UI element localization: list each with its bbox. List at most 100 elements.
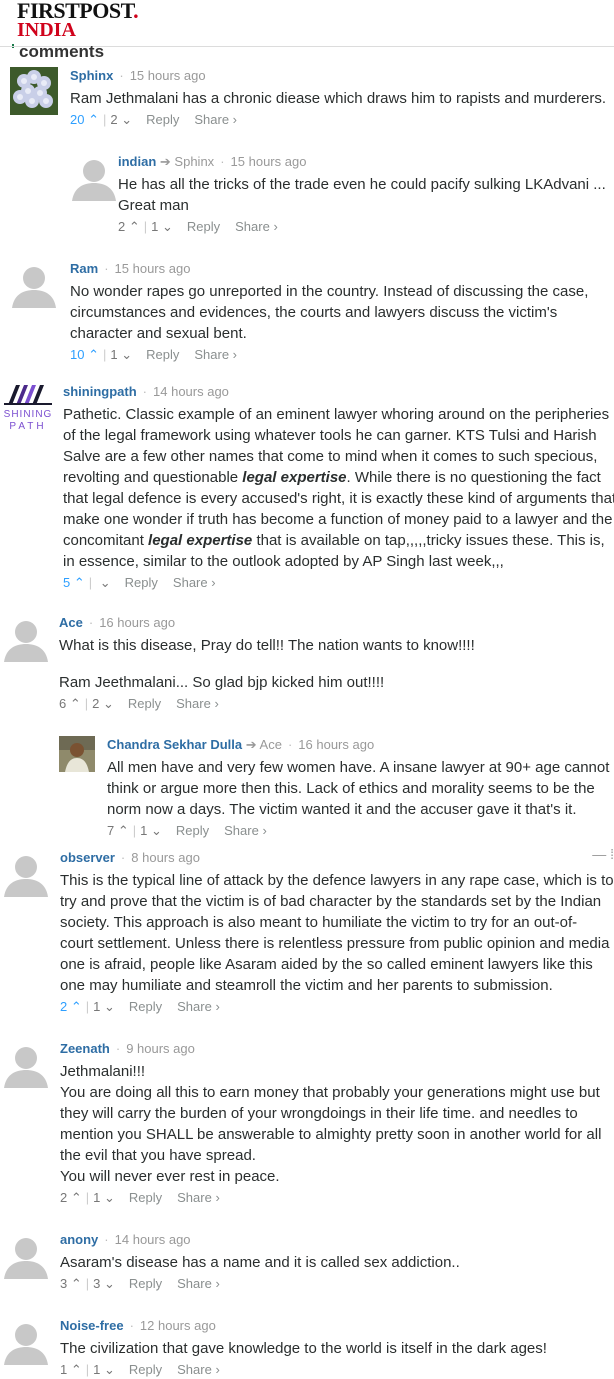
comment-line: one is afraid, people like Asaram aided … bbox=[60, 956, 593, 973]
reply-to[interactable]: ➔ Sphinx bbox=[160, 154, 214, 169]
avatar[interactable] bbox=[2, 849, 50, 897]
vote-divider: | bbox=[84, 696, 89, 711]
downvote-button[interactable]: 1 ⌄ bbox=[140, 823, 162, 838]
author-name[interactable]: anony bbox=[60, 1232, 98, 1247]
avatar[interactable] bbox=[59, 736, 95, 772]
share-button[interactable]: Share › bbox=[224, 823, 267, 838]
share-button[interactable]: Share › bbox=[194, 347, 237, 362]
upvote-button[interactable]: 20 ⌃ bbox=[70, 112, 99, 127]
comment-meta: indian ➔ Sphinx · 15 hours ago bbox=[118, 153, 614, 171]
share-button[interactable]: Share › bbox=[177, 1190, 220, 1205]
share-button[interactable]: Share › bbox=[177, 1362, 220, 1377]
comment-text: The civilization that gave knowledge to … bbox=[60, 1338, 614, 1359]
upvote-button[interactable]: 5 ⌃ bbox=[63, 575, 85, 590]
timestamp[interactable]: 14 hours ago bbox=[153, 384, 229, 399]
author-name[interactable]: Zeenath bbox=[60, 1041, 110, 1056]
caret-up-icon: ⌃ bbox=[69, 696, 81, 711]
reply-button[interactable]: Reply bbox=[128, 696, 161, 711]
timestamp[interactable]: 8 hours ago bbox=[131, 850, 200, 865]
timestamp[interactable]: 12 hours ago bbox=[140, 1318, 216, 1333]
logo-dot: . bbox=[133, 0, 139, 23]
share-button[interactable]: Share › bbox=[194, 112, 237, 127]
downvote-button[interactable]: 2 ⌄ bbox=[110, 112, 132, 127]
avatar[interactable] bbox=[70, 153, 118, 201]
avatar[interactable] bbox=[2, 1317, 50, 1365]
downvote-button[interactable]: ⌄ bbox=[96, 575, 111, 590]
comment-body: Noise-free · 12 hours ago The civilization … bbox=[60, 1317, 614, 1379]
reply-button[interactable]: Reply bbox=[125, 575, 158, 590]
share-button[interactable]: Share › bbox=[173, 575, 216, 590]
reply-button[interactable]: Reply bbox=[129, 1362, 162, 1377]
upvote-button[interactable]: 10 ⌃ bbox=[70, 347, 99, 362]
avatar[interactable] bbox=[10, 260, 58, 308]
downvote-button[interactable]: 1 ⌄ bbox=[93, 1362, 115, 1377]
timestamp[interactable]: 9 hours ago bbox=[126, 1041, 195, 1056]
firstpost-logo[interactable]: FIRSTPOST. INDIA bbox=[17, 0, 139, 40]
reply-button[interactable]: Reply bbox=[129, 1276, 162, 1291]
meta-separator: · bbox=[142, 384, 148, 399]
share-button[interactable]: Share › bbox=[177, 999, 220, 1014]
upvote-button[interactable]: 2 ⌃ bbox=[118, 219, 140, 234]
upvote-button[interactable]: 6 ⌃ bbox=[59, 696, 81, 711]
upvote-button[interactable]: 3 ⌃ bbox=[60, 1276, 82, 1291]
share-button[interactable]: Share › bbox=[235, 219, 278, 234]
comment-line: make one wonder if truth has become a fu… bbox=[63, 511, 613, 528]
author-name[interactable]: indian bbox=[118, 154, 156, 169]
downvote-button[interactable]: 1 ⌄ bbox=[110, 347, 132, 362]
comment-line: mention you SHALL be answerable to almig… bbox=[60, 1126, 602, 1143]
svg-text:PATH: PATH bbox=[9, 421, 46, 431]
upvote-button[interactable]: 2 ⌃ bbox=[60, 999, 82, 1014]
reply-button[interactable]: Reply bbox=[187, 219, 220, 234]
comment-body: Chandra Sekhar Dulla ➔ Ace · 16 hours ago A… bbox=[107, 736, 614, 840]
caret-down-icon: ⌄ bbox=[102, 696, 114, 711]
downvote-button[interactable]: 3 ⌄ bbox=[93, 1276, 115, 1291]
caret-down-icon: ⌄ bbox=[103, 999, 115, 1014]
timestamp[interactable]: 16 hours ago bbox=[99, 615, 175, 630]
upvote-button[interactable]: 2 ⌃ bbox=[60, 1190, 82, 1205]
caret-up-icon: ⌃ bbox=[70, 1276, 82, 1291]
reply-button[interactable]: Reply bbox=[146, 112, 179, 127]
avatar[interactable] bbox=[2, 1040, 50, 1088]
comment-text: No wonder rapes go unreported in the cou… bbox=[70, 281, 614, 344]
comment-line: Asaram's disease has a name and it is ca… bbox=[60, 1254, 460, 1271]
timestamp[interactable]: 15 hours ago bbox=[130, 68, 206, 83]
timestamp[interactable]: 16 hours ago bbox=[298, 737, 374, 752]
caret-up-icon: ⌃ bbox=[70, 999, 82, 1014]
comment-body: Sphinx · 15 hours ago Ram Jethmalani has a … bbox=[70, 67, 614, 129]
downvote-button[interactable]: 2 ⌄ bbox=[92, 696, 114, 711]
timestamp[interactable]: 14 hours ago bbox=[115, 1232, 191, 1247]
reply-button[interactable]: Reply bbox=[129, 1190, 162, 1205]
upvote-button[interactable]: 1 ⌃ bbox=[60, 1362, 82, 1377]
reply-button[interactable]: Reply bbox=[146, 347, 179, 362]
author-name[interactable]: Noise-free bbox=[60, 1318, 124, 1333]
timestamp[interactable]: 15 hours ago bbox=[231, 154, 307, 169]
comment-text: Ram Jethmalani has a chronic diease whic… bbox=[70, 88, 614, 109]
author-name[interactable]: observer bbox=[60, 850, 115, 865]
reply-to[interactable]: ➔ Ace bbox=[246, 737, 282, 752]
reply-button[interactable]: Reply bbox=[129, 999, 162, 1014]
avatar[interactable]: SHINING PATH bbox=[2, 383, 54, 432]
timestamp[interactable]: 15 hours ago bbox=[115, 261, 191, 276]
author-name[interactable]: Sphinx bbox=[70, 68, 113, 83]
avatar[interactable] bbox=[10, 67, 58, 115]
author-name[interactable]: Ace bbox=[59, 615, 83, 630]
avatar[interactable] bbox=[2, 614, 50, 662]
upvote-button[interactable]: 7 ⌃ bbox=[107, 823, 129, 838]
downvote-button[interactable]: 1 ⌄ bbox=[151, 219, 173, 234]
share-button[interactable]: Share › bbox=[176, 696, 219, 711]
author-name[interactable]: Chandra Sekhar Dulla bbox=[107, 737, 242, 752]
emphasis: legal expertise bbox=[242, 469, 347, 486]
meta-separator: · bbox=[88, 615, 94, 630]
reply-button[interactable]: Reply bbox=[176, 823, 209, 838]
comment-line: in essence, similar to the outlook adopt… bbox=[63, 553, 504, 570]
author-name[interactable]: shiningpath bbox=[63, 384, 137, 399]
avatar[interactable] bbox=[2, 1231, 50, 1279]
share-button[interactable]: Share › bbox=[177, 1276, 220, 1291]
comment-line: they will carry the burden of your wrong… bbox=[60, 1105, 578, 1122]
vote-divider: | bbox=[85, 1190, 90, 1205]
caret-down-icon: ⌄ bbox=[103, 1276, 115, 1291]
author-name[interactable]: Ram bbox=[70, 261, 98, 276]
downvote-button[interactable]: 1 ⌄ bbox=[93, 999, 115, 1014]
comment-footer: 20 ⌃ | 2 ⌄ Reply Share › bbox=[70, 111, 614, 129]
downvote-button[interactable]: 1 ⌄ bbox=[93, 1190, 115, 1205]
